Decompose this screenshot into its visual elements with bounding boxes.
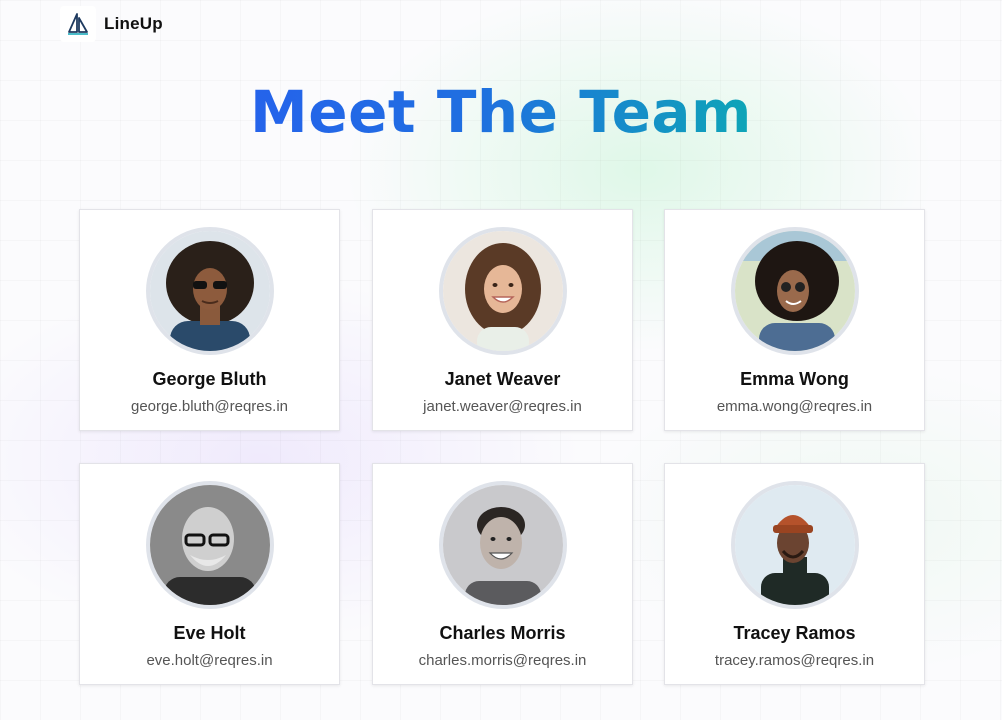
member-email[interactable]: charles.morris@reqres.in (419, 652, 587, 669)
team-card[interactable]: George Bluth george.bluth@reqres.in (79, 209, 340, 431)
avatar (438, 481, 567, 609)
team-card[interactable]: Tracey Ramos tracey.ramos@reqres.in (664, 463, 925, 685)
avatar (438, 227, 567, 355)
avatar (730, 481, 859, 609)
sail-logo-icon[interactable] (60, 6, 96, 42)
member-name: George Bluth (152, 369, 267, 389)
member-name: Tracey Ramos (733, 623, 856, 643)
member-name: Charles Morris (439, 623, 566, 643)
team-card[interactable]: Janet Weaver janet.weaver@reqres.in (372, 209, 633, 431)
member-email[interactable]: tracey.ramos@reqres.in (715, 652, 874, 669)
brand-name[interactable]: LineUp (104, 14, 163, 34)
member-name: Emma Wong (740, 369, 849, 389)
team-card[interactable]: Charles Morris charles.morris@reqres.in (372, 463, 633, 685)
member-email[interactable]: janet.weaver@reqres.in (423, 398, 582, 415)
avatar (145, 481, 274, 609)
avatar (145, 227, 274, 355)
member-email[interactable]: eve.holt@reqres.in (146, 652, 272, 669)
member-email[interactable]: george.bluth@reqres.in (131, 398, 288, 415)
team-card[interactable]: Emma Wong emma.wong@reqres.in (664, 209, 925, 431)
page-title: Meet The Team (250, 78, 752, 146)
navbar: LineUp (60, 6, 163, 42)
avatar (730, 227, 859, 355)
team-card[interactable]: Eve Holt eve.holt@reqres.in (79, 463, 340, 685)
member-name: Janet Weaver (444, 369, 561, 389)
member-name: Eve Holt (173, 623, 246, 643)
member-email[interactable]: emma.wong@reqres.in (717, 398, 872, 415)
